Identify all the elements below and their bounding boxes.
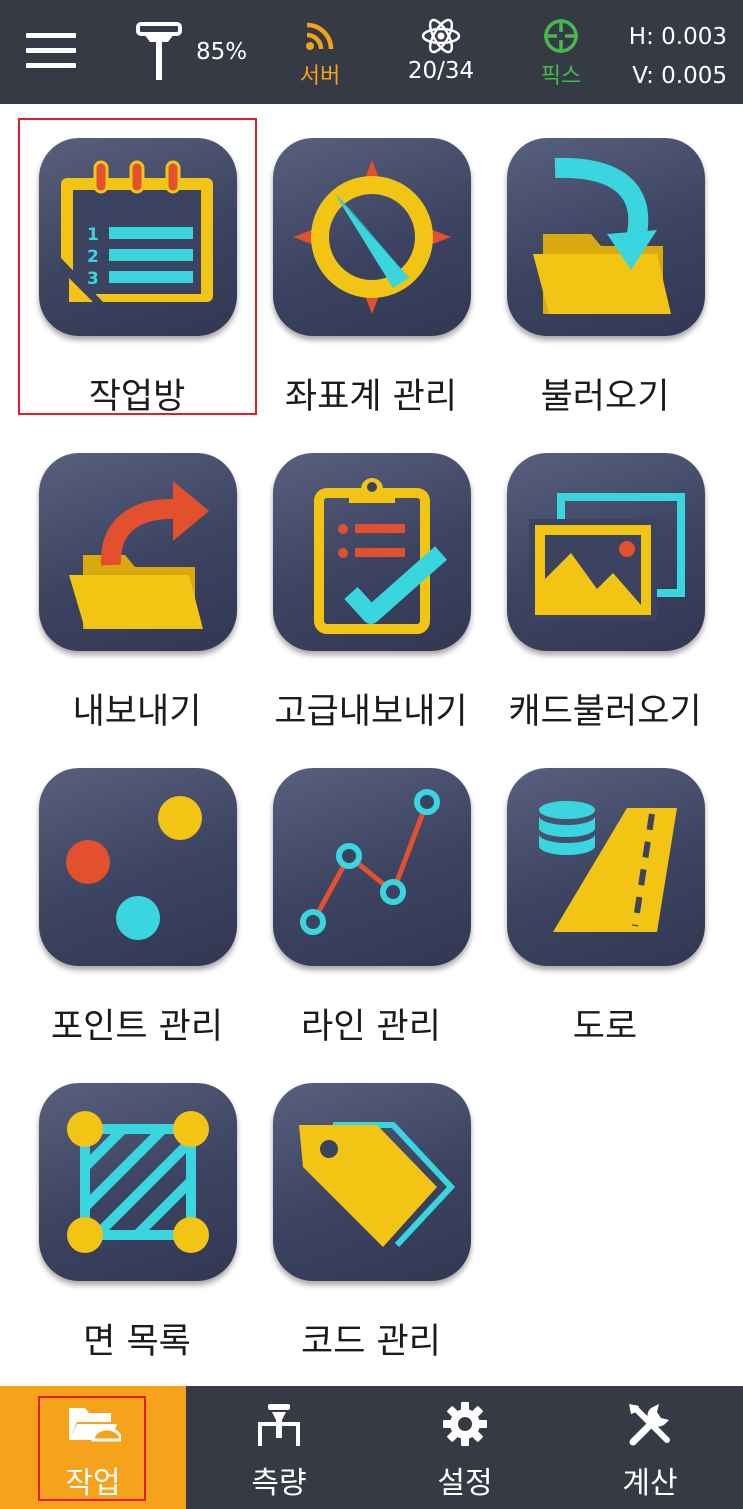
menu-item-label: 고급내보내기 <box>274 692 468 732</box>
satellite-count: 20/34 <box>407 58 475 84</box>
road-database-icon <box>507 768 705 966</box>
menu-item-label: 코드 관리 <box>301 1322 441 1362</box>
nav-label: 측량 <box>251 1466 307 1501</box>
import-folder-icon <box>507 138 705 336</box>
compass-icon <box>273 138 471 336</box>
menu-item-label: 면 목록 <box>83 1322 191 1362</box>
server-label: 서버 <box>299 64 341 89</box>
bottom-nav: 작업 측량 설정 계산 <box>0 1386 743 1509</box>
v-precision: V: 0.005 <box>632 63 727 89</box>
nav-selection-highlight <box>38 1396 146 1501</box>
image-stack-icon <box>507 453 705 651</box>
nav-settings[interactable]: 설정 <box>372 1386 558 1509</box>
menu-icon[interactable] <box>26 33 76 69</box>
polyline-icon <box>273 768 471 966</box>
points-icon <box>39 768 237 966</box>
h-precision: H: 0.003 <box>628 24 727 50</box>
nav-label: 계산 <box>622 1466 678 1501</box>
tag-icon <box>273 1083 471 1281</box>
nav-calculate[interactable]: 계산 <box>557 1386 743 1509</box>
battery-percent: 85% <box>196 39 248 65</box>
nav-job[interactable]: 작업 <box>0 1386 186 1509</box>
menu-item-label: 포인트 관리 <box>50 1007 224 1047</box>
precision-readout: H: 0.003 V: 0.005 <box>629 18 727 96</box>
gnss-receiver-icon[interactable] <box>134 18 184 82</box>
nav-label: 설정 <box>437 1466 493 1501</box>
fix-status[interactable]: 픽스 <box>530 16 592 90</box>
atom-icon <box>396 16 486 56</box>
menu-item-label: 좌표계 관리 <box>284 377 458 417</box>
tools-icon <box>557 1400 743 1452</box>
clipboard-check-icon <box>273 453 471 651</box>
menu-item-label: 라인 관리 <box>301 1007 441 1047</box>
survey-instrument-icon <box>186 1400 372 1452</box>
fix-label: 픽스 <box>540 64 582 89</box>
menu-item-label: 캐드불러오기 <box>508 692 702 732</box>
satellite-status[interactable]: 20/34 <box>396 16 486 84</box>
rss-icon <box>292 16 348 56</box>
nav-survey[interactable]: 측량 <box>186 1386 372 1509</box>
status-bar: 85% 서버 20/34 픽스 H: 0.003 V: 0.005 <box>0 0 743 104</box>
menu-item-label: 불러오기 <box>540 377 670 417</box>
menu-item-label: 내보내기 <box>72 692 202 732</box>
hatched-area-icon <box>39 1083 237 1281</box>
menu-item-label: 도로 <box>572 1007 638 1047</box>
server-status[interactable]: 서버 <box>292 16 348 90</box>
export-folder-icon <box>39 453 237 651</box>
selection-highlight <box>18 118 257 415</box>
crosshair-icon <box>530 16 592 56</box>
gear-icon <box>372 1400 558 1452</box>
